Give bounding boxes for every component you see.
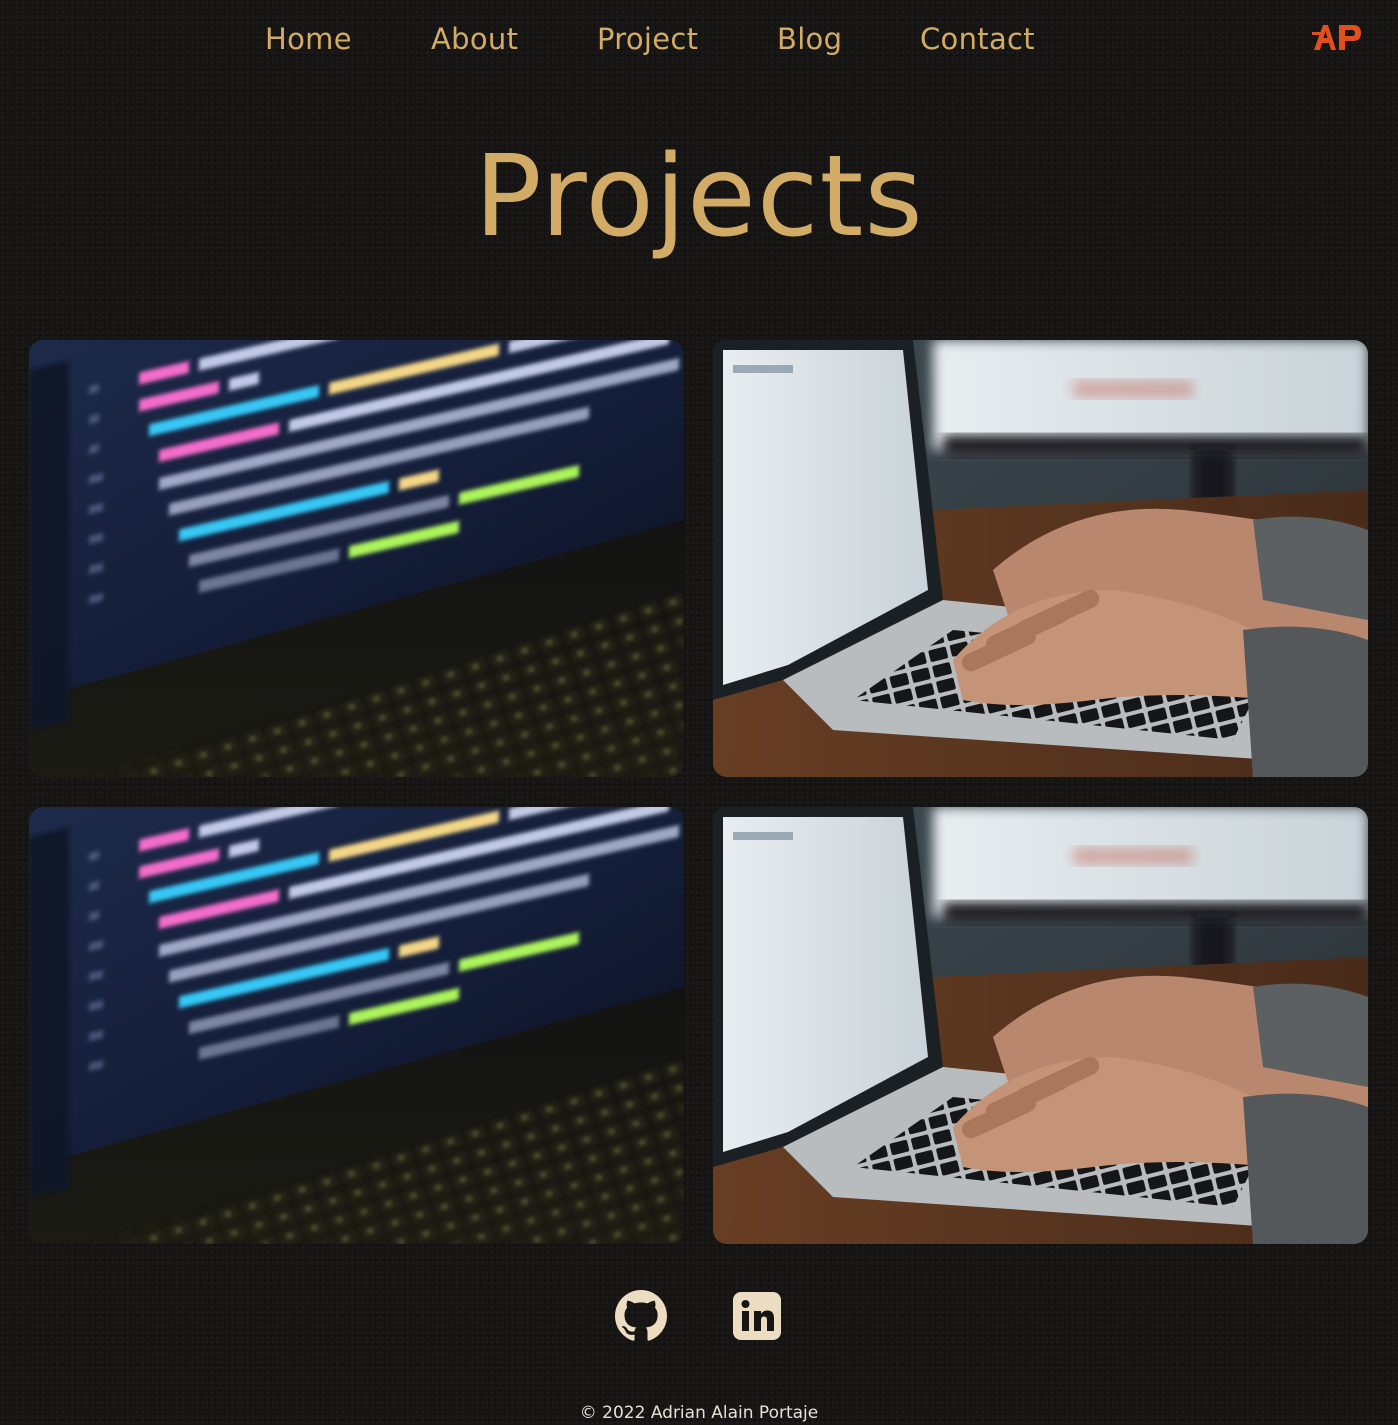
project-card-3[interactable] — [29, 807, 684, 1244]
top-navigation: Home About Project Blog Contact — [0, 0, 1398, 84]
linkedin-icon[interactable] — [731, 1290, 783, 1342]
nav-about-link[interactable]: About — [431, 22, 518, 56]
project-card-2[interactable] — [713, 340, 1368, 777]
nav-home-link[interactable]: Home — [265, 22, 352, 56]
copyright-footer: © 2022 Adrian Alain Portaje — [579, 1403, 819, 1423]
github-icon[interactable] — [615, 1290, 667, 1342]
page-title: Projects — [474, 132, 924, 262]
hands-typing-laptop-photo — [713, 340, 1368, 777]
nav-blog-link[interactable]: Blog — [777, 22, 842, 56]
hands-typing-laptop-photo — [713, 807, 1368, 1244]
nav-project-link[interactable]: Project — [597, 22, 698, 56]
ap-logo-icon[interactable] — [1312, 22, 1362, 52]
project-card-4[interactable] — [713, 807, 1368, 1244]
project-card-1[interactable] — [29, 340, 684, 777]
code-editor-screen-photo — [29, 807, 684, 1244]
nav-contact-link[interactable]: Contact — [920, 22, 1035, 56]
code-editor-screen-photo — [29, 340, 684, 777]
